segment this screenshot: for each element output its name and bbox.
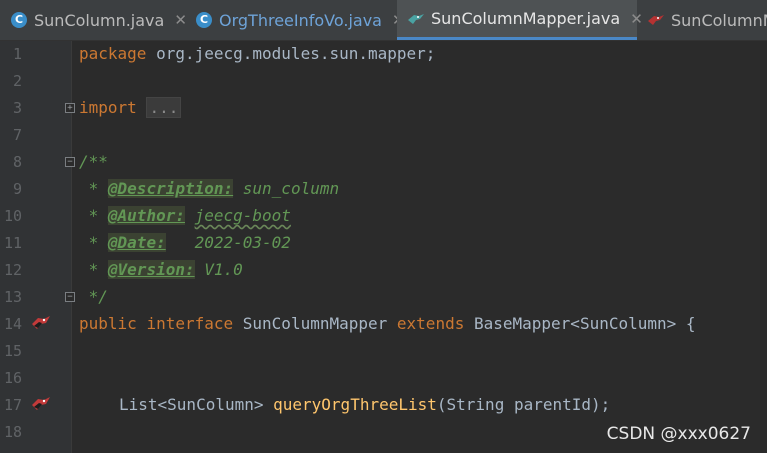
tab-separator	[0, 40, 767, 41]
keyword: public	[79, 314, 137, 333]
tab-suncolumn[interactable]: C SunColumn.java ✕	[0, 0, 187, 40]
mybatis-navigate-icon[interactable]	[30, 314, 52, 332]
line-number: 13	[3, 288, 22, 306]
code-line[interactable]: */	[79, 287, 108, 307]
line-number: 1	[12, 45, 22, 63]
tab-label: OrgThreeInfoVo.java	[219, 10, 382, 30]
mybatis-navigate-icon[interactable]	[30, 395, 52, 413]
interface-name: SunColumnMapper	[233, 314, 397, 333]
tab-label: SunColumn.java	[34, 10, 165, 30]
code-line[interactable]: List<SunColumn> queryOrgThreeList(String…	[119, 395, 610, 415]
code-line[interactable]: * @Date: 2022-03-02	[79, 233, 291, 253]
doc-value: jeecg-boot	[194, 206, 291, 225]
line-number: 16	[3, 369, 22, 387]
line-number: 14	[3, 315, 22, 333]
tab-label: SunColumnM	[671, 10, 767, 30]
code-line[interactable]: public interface SunColumnMapper extends…	[79, 314, 696, 334]
code-line[interactable]: package org.jeecg.modules.sun.mapper;	[79, 44, 435, 64]
class-icon: C	[195, 11, 213, 29]
mybatis-bird-icon	[647, 11, 665, 29]
line-number: 12	[3, 261, 22, 279]
package-name: org.jeecg.modules.sun.mapper;	[146, 44, 436, 63]
doc-comment: *	[79, 260, 108, 279]
base-type: BaseMapper<SunColumn> {	[464, 314, 696, 333]
line-number: 7	[12, 126, 22, 144]
line-number: 2	[12, 72, 22, 90]
keyword: package	[79, 44, 147, 63]
line-number: 11	[3, 234, 22, 252]
code-line[interactable]: /**	[79, 152, 108, 172]
return-type: List<SunColumn>	[119, 395, 274, 414]
keyword: import	[79, 98, 137, 117]
doc-comment: /**	[79, 152, 108, 171]
line-number: 18	[3, 423, 22, 441]
tab-suncolumnm[interactable]: SunColumnM	[637, 0, 767, 40]
doc-value: sun_column	[233, 179, 340, 198]
method-params: (String parentId);	[436, 395, 611, 414]
line-number: 10	[3, 207, 22, 225]
doc-value: V1.0	[194, 260, 243, 279]
line-number: 15	[3, 342, 22, 360]
line-number: 9	[12, 180, 22, 198]
code-line[interactable]: * @Author: jeecg-boot	[79, 206, 291, 226]
tab-suncolumnmapper[interactable]: SunColumnMapper.java ✕	[397, 0, 643, 40]
doc-comment: *	[79, 233, 108, 252]
code-line[interactable]: * @Description: sun_column	[79, 179, 339, 199]
doc-tag: @Author:	[107, 206, 185, 225]
tab-orgthreeinfovo[interactable]: C OrgThreeInfoVo.java ✕	[185, 0, 405, 40]
class-icon: C	[10, 11, 28, 29]
doc-comment: *	[79, 206, 108, 225]
tab-label: SunColumnMapper.java	[431, 9, 621, 28]
keyword: extends	[396, 314, 465, 333]
method-name: queryOrgThreeList	[273, 395, 437, 414]
fold-expand-icon[interactable]: +	[65, 103, 75, 113]
line-number: 8	[12, 153, 22, 171]
doc-value: 2022-03-02	[165, 233, 291, 252]
fold-collapse-icon[interactable]: −	[65, 157, 75, 167]
doc-comment: */	[79, 287, 108, 306]
doc-tag: @Version:	[107, 260, 195, 279]
editor-tab-bar: C SunColumn.java ✕ C OrgThreeInfoVo.java…	[0, 0, 767, 40]
line-number: 17	[3, 396, 22, 414]
mybatis-bird-icon	[407, 10, 425, 28]
code-line[interactable]: * @Version: V1.0	[79, 260, 243, 280]
keyword: interface	[146, 314, 234, 333]
doc-tag: @Description:	[107, 179, 234, 198]
folded-imports[interactable]: ...	[146, 97, 182, 118]
fold-end-icon[interactable]: −	[65, 292, 75, 302]
line-number: 3	[12, 99, 22, 117]
doc-tag: @Date:	[107, 233, 166, 252]
watermark: CSDN @xxx0627	[606, 424, 751, 444]
doc-comment: *	[79, 179, 108, 198]
code-line[interactable]: import ...	[79, 97, 182, 118]
